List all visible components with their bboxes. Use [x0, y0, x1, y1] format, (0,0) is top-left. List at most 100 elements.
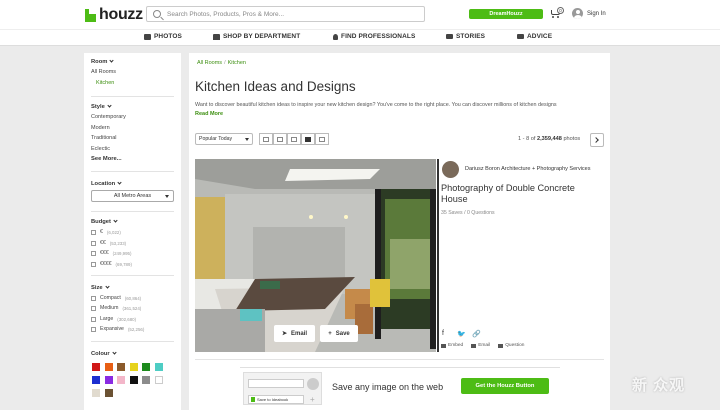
view-mosaic-button[interactable] — [301, 133, 315, 145]
checkbox[interactable] — [91, 240, 96, 246]
breadcrumb-kitchen[interactable]: Kitchen — [228, 60, 246, 66]
twitter-icon[interactable]: 🐦 — [457, 330, 466, 338]
location-select[interactable]: All Metro Areas — [91, 190, 174, 202]
colour-swatch[interactable] — [117, 376, 125, 384]
colour-swatch[interactable] — [104, 376, 113, 384]
view-list-button[interactable] — [259, 133, 273, 145]
checkbox[interactable] — [91, 305, 96, 311]
budget-heading[interactable]: Budget — [91, 218, 118, 225]
breadcrumb: All Rooms / Kitchen — [197, 60, 246, 66]
chevron-right-icon — [593, 137, 599, 143]
divider — [195, 359, 604, 360]
room-heading[interactable]: Room — [91, 58, 115, 65]
nav-shop[interactable]: SHOP BY DEPARTMENT — [213, 33, 300, 40]
link-icon[interactable]: 🔗 — [472, 330, 481, 338]
embed-action[interactable]: Embed — [441, 343, 463, 348]
nav-photos[interactable]: PHOTOS — [144, 33, 182, 40]
colour-swatch[interactable] — [92, 363, 100, 371]
colour-swatch[interactable] — [129, 363, 138, 371]
sign-in-link[interactable]: Sign In — [587, 11, 606, 17]
colour-swatch[interactable] — [129, 376, 138, 384]
search-icon — [153, 10, 161, 18]
view-grid-button[interactable] — [287, 133, 301, 145]
view-grid-small-button[interactable] — [273, 133, 287, 145]
nav-advice[interactable]: ADVICE — [517, 33, 552, 40]
size-option[interactable]: Large (302,680) — [91, 316, 136, 322]
email-button[interactable]: ➤ Email — [274, 325, 315, 342]
colour-swatch[interactable] — [117, 363, 125, 371]
kitchen-photo[interactable] — [195, 159, 436, 352]
breadcrumb-all-rooms[interactable]: All Rooms — [197, 60, 222, 66]
colour-swatch[interactable] — [142, 376, 150, 384]
plus-icon: + — [328, 330, 332, 337]
view-slideshow-button[interactable] — [315, 133, 329, 145]
search-input[interactable]: Search Photos, Products, Pros & More... — [146, 6, 425, 22]
room-kitchen[interactable]: Kitchen — [96, 80, 114, 86]
budget-option[interactable]: €€ (53,233) — [91, 240, 126, 246]
style-modern[interactable]: Modern — [91, 125, 110, 131]
nav-professionals[interactable]: FIND PROFESSIONALS — [333, 33, 415, 40]
chat-icon — [517, 34, 524, 39]
colour-heading[interactable]: Colour — [91, 350, 117, 357]
professional-name[interactable]: Dariusz Boron Architecture + Photography… — [465, 166, 591, 172]
photo-title[interactable]: Photography of Double Concrete House — [441, 183, 601, 205]
sort-select[interactable]: Popular Today — [195, 133, 253, 145]
checkbox[interactable] — [91, 326, 96, 332]
logo-text: houzz — [99, 6, 143, 23]
size-option[interactable]: Expansive (52,256) — [91, 326, 144, 332]
size-heading[interactable]: Size — [91, 284, 110, 291]
colour-swatch[interactable] — [154, 363, 163, 371]
room-all-rooms[interactable]: All Rooms — [91, 69, 116, 75]
colour-swatch[interactable] — [92, 389, 100, 397]
checkbox[interactable] — [91, 261, 96, 267]
get-houzz-button[interactable]: Get the Houzz Button — [461, 378, 549, 394]
chevron-down-icon — [109, 58, 115, 63]
style-heading[interactable]: Style — [91, 103, 112, 110]
page-title: Kitchen Ideas and Designs — [195, 79, 356, 94]
chevron-down-icon — [112, 350, 117, 355]
colour-swatch[interactable] — [104, 363, 113, 371]
style-traditional[interactable]: Traditional — [91, 135, 116, 141]
grid-small-icon — [277, 136, 283, 142]
size-option[interactable]: Compact (60,864) — [91, 295, 141, 301]
dreamhouzz-button[interactable]: DreamHouzz — [469, 9, 543, 19]
user-avatar-icon[interactable] — [572, 8, 583, 19]
kitchen-photo-image — [195, 159, 436, 352]
colour-swatch[interactable] — [104, 389, 113, 397]
checkbox[interactable] — [91, 250, 96, 256]
question-icon — [498, 343, 504, 348]
colour-swatch[interactable] — [142, 363, 150, 371]
next-page-button[interactable] — [590, 133, 604, 147]
budget-option[interactable]: € (6,022) — [91, 229, 121, 235]
size-option[interactable]: Medium (361,524) — [91, 305, 141, 311]
checkbox[interactable] — [91, 316, 96, 322]
houzz-logo[interactable]: houzz — [85, 6, 143, 24]
divider — [91, 211, 174, 212]
colour-swatch[interactable] — [92, 376, 100, 384]
style-eclectic[interactable]: Eclectic — [91, 146, 110, 152]
facebook-icon[interactable]: f — [442, 330, 444, 337]
page-description: Want to discover beautiful kitchen ideas… — [195, 102, 557, 108]
houzz-button-icon — [307, 378, 319, 390]
results-counter: 1 - 8 of 2,359,448 photos — [518, 136, 581, 142]
slideshow-icon — [319, 136, 325, 142]
divider — [91, 96, 174, 97]
style-see-more[interactable]: See More... — [91, 156, 122, 162]
location-heading[interactable]: Location — [91, 180, 122, 187]
professional-avatar[interactable] — [442, 161, 459, 178]
budget-option[interactable]: €€€ (249,995) — [91, 250, 131, 256]
email-action[interactable]: Email — [471, 343, 490, 348]
divider — [437, 159, 439, 352]
save-button[interactable]: + Save — [320, 325, 358, 342]
budget-option[interactable]: €€€€ (69,789) — [91, 261, 132, 267]
checkbox[interactable] — [91, 229, 96, 235]
chevron-down-icon — [104, 284, 110, 289]
colour-swatch[interactable] — [154, 376, 163, 384]
style-contemporary[interactable]: Contemporary — [91, 114, 126, 120]
checkbox[interactable] — [91, 295, 96, 301]
mail-icon — [471, 343, 477, 348]
read-more-link[interactable]: Read More — [195, 111, 223, 117]
question-action[interactable]: Question — [498, 343, 524, 348]
nav-stories[interactable]: STORIES — [446, 33, 485, 40]
store-icon — [213, 33, 220, 40]
